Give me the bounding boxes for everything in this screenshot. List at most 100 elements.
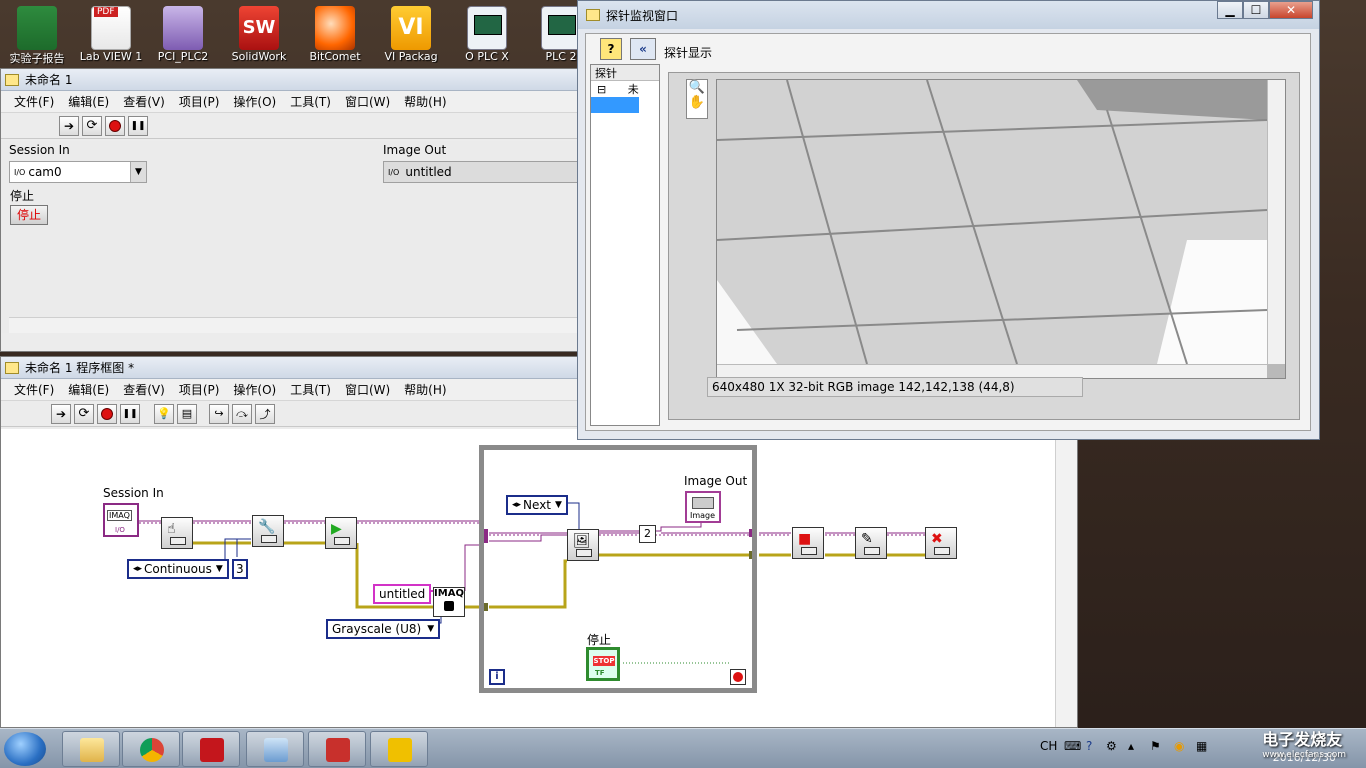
taskbar-labview[interactable] (370, 731, 428, 767)
menu-file[interactable]: 文件(F) (7, 381, 61, 398)
close-x-icon: ✖ (931, 531, 943, 547)
probe-tree-selected-row[interactable] (591, 97, 639, 113)
image-out-label: Image Out (383, 143, 447, 157)
probe-titlebar[interactable]: 探针监视窗口 (578, 1, 1319, 29)
dropdown-arrow-icon[interactable]: ▼ (130, 162, 146, 182)
grayscale-value: Grayscale (U8) (332, 622, 422, 636)
acrobat-icon (200, 738, 224, 762)
horizontal-scrollbar[interactable] (9, 317, 579, 333)
menu-help[interactable]: 帮助(H) (397, 93, 453, 110)
imaqdx-open-camera-node[interactable]: ☝ (161, 517, 193, 549)
keyboard-icon[interactable]: ⌨ (1064, 739, 1081, 753)
step-into-icon[interactable]: ↪ (209, 403, 229, 424)
collapse-icon[interactable]: « (630, 38, 656, 60)
camera-icon (864, 547, 880, 555)
language-indicator[interactable]: CH (1040, 739, 1057, 753)
step-out-icon[interactable]: ⤴ (255, 403, 275, 424)
io-prefix: I/O (388, 167, 400, 177)
imaqdx-start-acquisition-node[interactable]: ▶ (325, 517, 357, 549)
probe-tree-row[interactable]: ⊟ 未 (591, 81, 659, 97)
network-tray-icon[interactable]: ▦ (1196, 739, 1207, 753)
desktop-icon-solidworks[interactable]: SW SolidWork (226, 6, 292, 66)
menu-file[interactable]: 文件(F) (7, 93, 61, 110)
watermark-url: www.elecfans.com (1262, 750, 1346, 760)
step-over-icon[interactable]: ⤼ (232, 403, 252, 424)
grayscale-enum-constant[interactable]: Grayscale (U8) ▼ (326, 619, 441, 639)
windows-start-icon[interactable] (4, 732, 46, 766)
session-in-control[interactable]: I/O cam0 ▼ (9, 161, 147, 183)
menu-edit[interactable]: 编辑(E) (61, 93, 116, 110)
run-button[interactable] (59, 115, 79, 136)
loop-condition-terminal[interactable] (730, 669, 746, 685)
desktop-icon-bitcomet[interactable]: BitComet (302, 6, 368, 66)
run-continuously-button[interactable] (82, 115, 102, 136)
probe-tree-row-label: 未 (627, 83, 639, 96)
menu-edit[interactable]: 编辑(E) (61, 381, 116, 398)
desktop-icon-vs[interactable]: PCI_PLC2 (150, 6, 216, 66)
tray-app-icon[interactable]: ◉ (1174, 739, 1184, 753)
menu-help[interactable]: 帮助(H) (397, 381, 453, 398)
desktop-icon-oplc[interactable]: O PLC X (454, 6, 520, 66)
menu-window[interactable]: 窗口(W) (338, 381, 397, 398)
image-vertical-scrollbar[interactable] (1267, 80, 1285, 364)
image-name-constant[interactable]: untitled (373, 584, 432, 604)
imaqdx-stop-acquisition-node[interactable]: ■ (792, 527, 824, 559)
taskbar-network[interactable] (246, 731, 304, 767)
imaqdx-close-camera-node[interactable]: ✖ (925, 527, 957, 559)
help-icon[interactable]: ? (600, 38, 622, 60)
front-panel-titlebar[interactable]: 未命名 1 (1, 69, 579, 91)
probe-watch-window: 探针监视窗口 ▁ ☐ ✕ ? « 探针显示 探针 ⊟ 未 🔍 ✋ 640x480… (577, 0, 1320, 440)
pan-hand-icon[interactable]: ✋ (687, 95, 707, 110)
continuous-enum-constant[interactable]: ◂▸ Continuous ▼ (127, 559, 229, 579)
run-continuously-button[interactable] (74, 403, 94, 424)
stop-square-icon: ■ (798, 531, 812, 547)
flag-icon[interactable]: ⚑ (1150, 739, 1161, 753)
taskbar-explorer[interactable] (62, 731, 120, 767)
pause-button[interactable] (120, 403, 140, 424)
next-enum-constant[interactable]: ◂▸ Next ▼ (506, 495, 568, 515)
zoom-tool[interactable]: 🔍 ✋ (686, 79, 708, 119)
desktop-icon-pdf[interactable]: Lab VIEW 1 (78, 6, 144, 66)
menu-project[interactable]: 项目(P) (172, 93, 227, 110)
menu-view[interactable]: 查看(V) (116, 381, 172, 398)
imaqdx-get-image2-node[interactable]: 🖼 (567, 529, 599, 561)
menu-view[interactable]: 查看(V) (116, 93, 172, 110)
run-button[interactable] (51, 403, 71, 424)
buffers-constant[interactable]: 3 (232, 559, 248, 579)
stop-terminal[interactable]: STOP TF (586, 647, 620, 681)
imaqdx-unconfigure-node[interactable]: ✎ (855, 527, 887, 559)
minimize-icon[interactable]: ▁ (1217, 1, 1243, 19)
menu-operate[interactable]: 操作(O) (226, 93, 283, 110)
imaqdx-configure-grab-node[interactable]: 🔧 (252, 515, 284, 547)
help-icon[interactable]: ? (1086, 739, 1092, 753)
zoom-icon[interactable]: 🔍 (687, 80, 707, 95)
visual-studio-icon (163, 6, 203, 50)
menu-window[interactable]: 窗口(W) (338, 93, 397, 110)
highlight-execution-icon[interactable] (154, 403, 174, 424)
taskbar-acrobat[interactable] (182, 731, 240, 767)
desktop-icon-vipm[interactable]: VI VI Packag (378, 6, 444, 66)
image-display[interactable] (716, 79, 1286, 379)
tray-expand-icon[interactable]: ▴ (1128, 739, 1134, 753)
session-in-terminal[interactable]: IMAQ I/O (103, 503, 139, 537)
maximize-icon[interactable]: ☐ (1243, 1, 1269, 19)
menu-tools[interactable]: 工具(T) (283, 381, 338, 398)
abort-button[interactable] (97, 403, 117, 424)
stop-button[interactable]: 停止 (10, 205, 48, 225)
settings-icon[interactable]: ⚙ (1106, 739, 1117, 753)
image-horizontal-scrollbar[interactable] (717, 364, 1267, 378)
imaq-create-node[interactable]: IMAQ (433, 587, 465, 617)
menu-project[interactable]: 项目(P) (172, 381, 227, 398)
close-icon[interactable]: ✕ (1269, 1, 1313, 19)
pause-button[interactable] (128, 115, 148, 136)
taskbar-chrome[interactable] (122, 731, 180, 767)
abort-button[interactable] (105, 115, 125, 136)
desktop-icon-excel[interactable]: 实验子报告 (4, 6, 70, 66)
retain-wire-values-icon[interactable]: ▤ (177, 403, 197, 424)
front-panel-canvas: Session In I/O cam0 ▼ 停止 停止 Image Out I/… (1, 141, 579, 333)
menu-operate[interactable]: 操作(O) (226, 381, 283, 398)
taskbar-toolbox[interactable] (308, 731, 366, 767)
menu-tools[interactable]: 工具(T) (283, 93, 338, 110)
image-out-terminal[interactable]: Image (685, 491, 721, 523)
vertical-scrollbar[interactable] (1055, 429, 1077, 727)
